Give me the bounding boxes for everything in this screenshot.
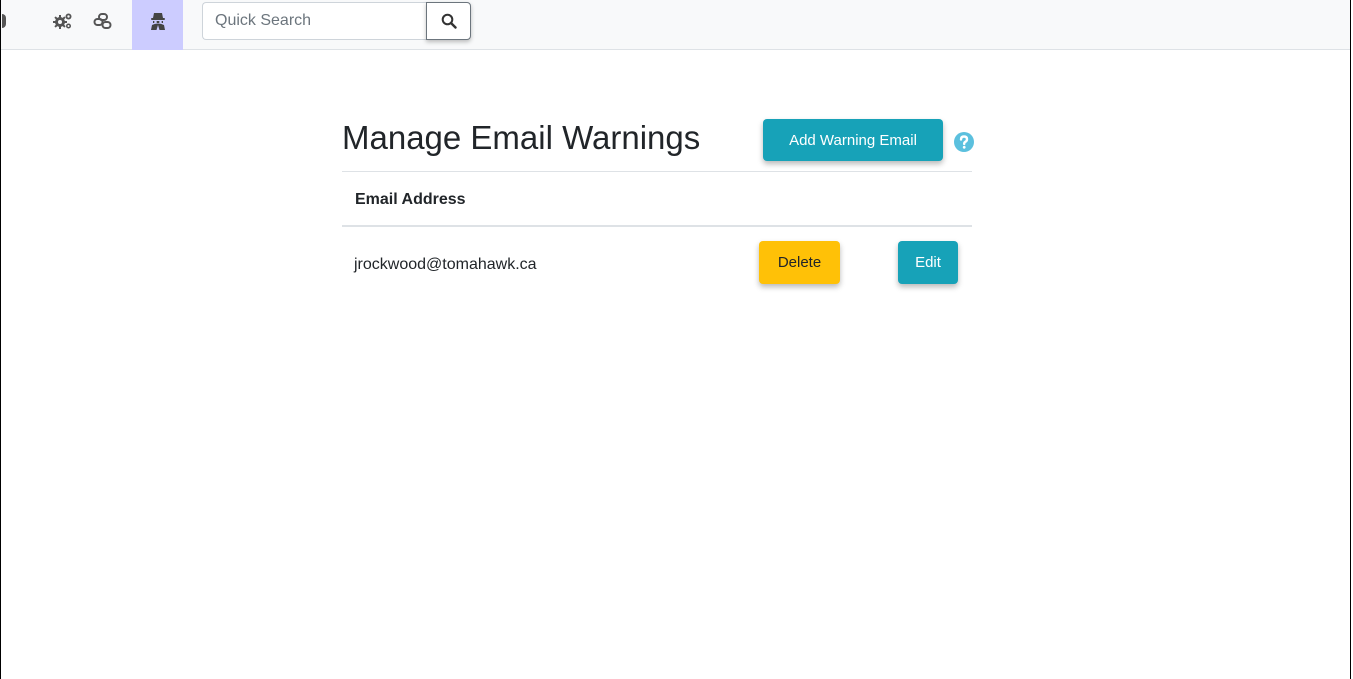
email-address-cell: jrockwood@tomahawk.ca	[354, 256, 537, 273]
search-button[interactable]	[426, 2, 471, 40]
edit-button[interactable]: Edit	[898, 241, 958, 284]
quick-search-input[interactable]	[202, 2, 426, 40]
quick-search	[202, 2, 471, 40]
gears-icon[interactable]	[45, 0, 81, 50]
page-title: Manage Email Warnings	[342, 119, 701, 156]
table-row: jrockwood@tomahawk.ca Delete Edit	[342, 227, 972, 301]
add-warning-email-button[interactable]: Add Warning Email	[763, 119, 943, 161]
top-navbar	[1, 0, 1350, 50]
email-warnings-table: Email Address jrockwood@tomahawk.ca Dele…	[342, 171, 972, 301]
link-icon[interactable]	[85, 0, 121, 50]
search-icon	[441, 13, 457, 29]
user-secret-icon[interactable]	[132, 0, 183, 50]
collapsed-menu-edge	[2, 14, 6, 28]
page-header: Manage Email Warnings Add Warning Email	[342, 112, 982, 164]
column-header-email-address: Email Address	[355, 191, 466, 208]
app-window: Manage Email Warnings Add Warning Email …	[0, 0, 1351, 679]
question-circle-icon[interactable]	[954, 132, 974, 152]
delete-button[interactable]: Delete	[759, 241, 840, 284]
table-header: Email Address	[342, 171, 972, 227]
